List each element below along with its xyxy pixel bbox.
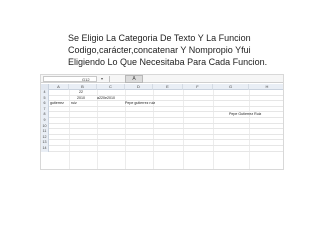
sheet-rows: 4 22 5 2010 a220e2010 6 gutierrez ruiz P…: [41, 90, 283, 152]
caption-line-1: Se Eligio La Categoria De Texto Y La Fun…: [68, 33, 251, 43]
caption-line-2: Codigo,carácter,concatenar Y Nompropio Y…: [68, 45, 251, 55]
chevron-down-icon[interactable]: ▾: [99, 76, 105, 82]
row-header[interactable]: 14: [41, 145, 49, 152]
caption-line-3: Eligiendo Lo Que Necesitaba Para Cada Fu…: [68, 57, 268, 67]
name-box[interactable]: G12: [43, 76, 97, 82]
slide-caption: Se Eligio La Categoria De Texto Y La Fun…: [68, 32, 308, 68]
table-row: 14: [41, 145, 283, 152]
insert-function-button[interactable]: A: [125, 75, 143, 83]
spreadsheet-screenshot: G12 ▾ A A B C D E F G H 4 22 5 2010 a220…: [40, 74, 284, 170]
formula-divider: [109, 76, 110, 82]
formula-bar: G12 ▾ A: [41, 75, 283, 83]
